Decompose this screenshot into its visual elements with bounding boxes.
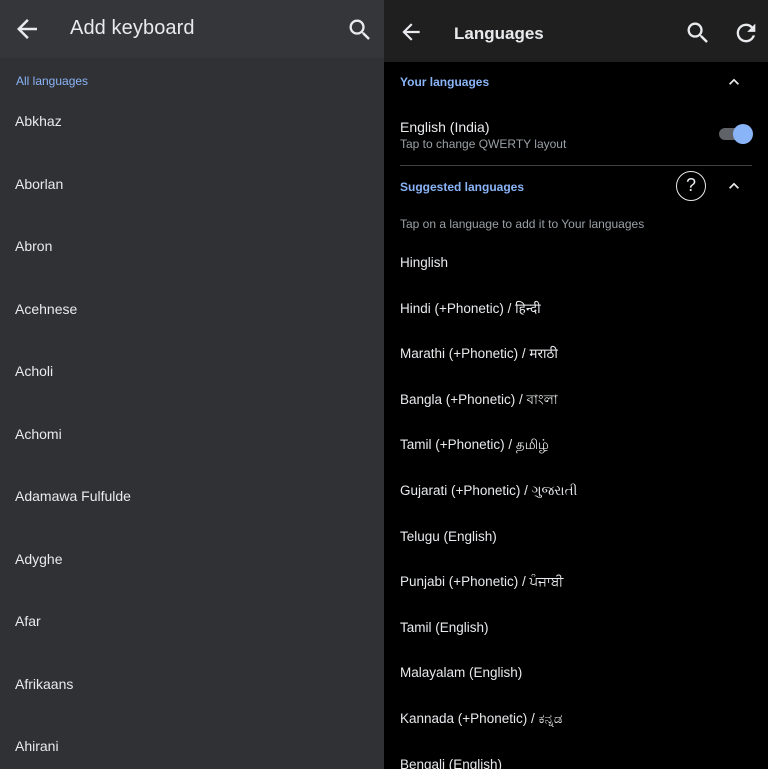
- language-list-item[interactable]: Abkhaz: [15, 111, 375, 151]
- back-arrow-icon[interactable]: [12, 14, 42, 44]
- search-icon[interactable]: [346, 16, 374, 44]
- add-keyboard-app-bar: Add keyboard: [0, 0, 384, 58]
- refresh-icon[interactable]: [732, 19, 760, 47]
- suggested-language-item[interactable]: Bengali (English): [400, 755, 752, 769]
- suggested-language-item[interactable]: Gujarati (+Phonetic) / ગુજરાતી: [400, 481, 752, 515]
- suggested-language-item[interactable]: Tamil (+Phonetic) / தமிழ்: [400, 435, 752, 469]
- your-languages-section-label: Your languages: [400, 75, 490, 89]
- language-list-item[interactable]: Acholi: [15, 361, 375, 401]
- suggested-language-item[interactable]: Hindi (+Phonetic) / हिन्दी: [400, 299, 752, 333]
- suggested-language-item[interactable]: Hinglish: [400, 253, 752, 287]
- suggested-language-item[interactable]: Punjabi (+Phonetic) / ਪੰਜਾਬੀ: [400, 572, 752, 606]
- page-title: Languages: [454, 24, 544, 43]
- toggle-thumb: [733, 124, 753, 144]
- back-arrow-icon[interactable]: [398, 19, 424, 45]
- language-name: English (India): [400, 119, 490, 135]
- suggested-languages-section-label: Suggested languages: [400, 180, 525, 194]
- suggested-language-item[interactable]: Telugu (English): [400, 527, 752, 561]
- suggested-language-item[interactable]: Malayalam (English): [400, 663, 752, 697]
- language-list-item[interactable]: Afar: [15, 611, 375, 651]
- language-list-item[interactable]: Adyghe: [15, 549, 375, 589]
- suggested-language-item[interactable]: Tamil (English): [400, 618, 752, 652]
- languages-app-bar: Languages: [384, 0, 768, 62]
- help-icon[interactable]: ?: [676, 171, 706, 201]
- language-enabled-toggle[interactable]: [717, 124, 753, 144]
- languages-screen: Languages Your languages English (India)…: [384, 0, 768, 769]
- suggested-language-item[interactable]: Kannada (+Phonetic) / ಕನ್ನಡ: [400, 709, 752, 743]
- language-list-item[interactable]: Achomi: [15, 424, 375, 464]
- add-keyboard-screen: Add keyboard All languages Abkhaz Aborlan…: [0, 0, 384, 769]
- divider: [400, 165, 752, 166]
- language-list-item[interactable]: Aborlan: [15, 174, 375, 214]
- chevron-up-icon[interactable]: [724, 176, 744, 196]
- search-icon[interactable]: [684, 19, 712, 47]
- suggested-languages-hint: Tap on a language to add it to Your lang…: [400, 217, 645, 231]
- page-title: Add keyboard: [70, 17, 195, 39]
- suggested-language-item[interactable]: Marathi (+Phonetic) / मराठी: [400, 344, 752, 378]
- language-list-item[interactable]: Afrikaans: [15, 674, 375, 714]
- language-list-item[interactable]: Ahirani: [15, 736, 375, 769]
- chevron-up-icon[interactable]: [724, 72, 744, 92]
- language-layout-hint: Tap to change QWERTY layout: [400, 137, 567, 151]
- suggested-language-item[interactable]: Bangla (+Phonetic) / বাংলা: [400, 390, 752, 424]
- language-list-item[interactable]: Acehnese: [15, 299, 375, 339]
- language-list-item[interactable]: Abron: [15, 236, 375, 276]
- language-list-item[interactable]: Adamawa Fulfulde: [15, 486, 375, 526]
- all-languages-section-label: All languages: [16, 74, 89, 88]
